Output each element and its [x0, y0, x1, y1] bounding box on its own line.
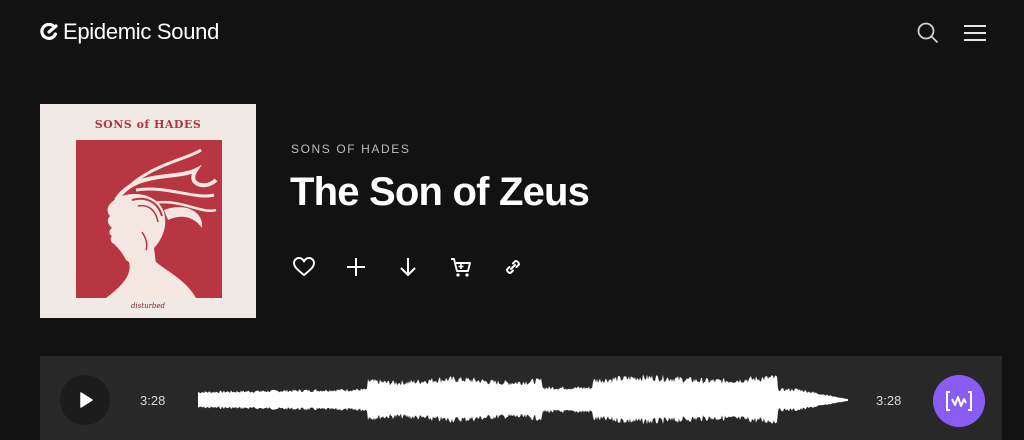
top-bar: Epidemic Sound: [0, 0, 1024, 68]
cover-artist-text: SONS of HADES: [94, 118, 202, 131]
artist-name[interactable]: SONS OF HADES: [291, 142, 410, 156]
profile-illustration: [106, 148, 218, 298]
heart-icon: [293, 257, 315, 276]
copy-link-button[interactable]: [501, 255, 525, 279]
play-button[interactable]: [60, 375, 110, 425]
plus-icon: [347, 258, 365, 276]
epidemic-logo-icon: [40, 23, 58, 40]
link-icon: [505, 259, 521, 275]
download-icon: [400, 258, 416, 277]
total-duration: 3:28: [876, 393, 902, 408]
play-icon: [80, 392, 93, 408]
waveform-scrubber[interactable]: [198, 372, 848, 428]
elapsed-time: 3:28: [140, 393, 166, 408]
menu-button[interactable]: [962, 20, 988, 46]
track-title: The Son of Zeus: [290, 170, 590, 214]
add-to-playlist-button[interactable]: [344, 255, 368, 279]
brand-logo[interactable]: Epidemic Sound: [40, 18, 219, 46]
cart-button[interactable]: [449, 255, 473, 279]
favorite-button[interactable]: [292, 255, 316, 279]
hamburger-menu-icon: [964, 25, 986, 41]
album-cover[interactable]: SONS of HADES disturbed: [40, 104, 256, 318]
studio-waveform-icon: [946, 391, 972, 411]
download-button[interactable]: [396, 255, 420, 279]
cover-signature: disturbed: [130, 302, 166, 310]
brand-name: Epidemic Sound: [63, 19, 220, 44]
track-page: Epidemic Sound SONS of HADES disturbed S…: [0, 0, 1024, 440]
studio-button[interactable]: [933, 375, 985, 427]
search-button[interactable]: [915, 20, 941, 46]
cart-icon: [451, 258, 471, 277]
audio-player: 3:28 3:28: [40, 356, 1002, 440]
search-icon: [917, 22, 938, 43]
cover-illustration: [76, 140, 222, 298]
waveform-shape: [198, 374, 848, 425]
